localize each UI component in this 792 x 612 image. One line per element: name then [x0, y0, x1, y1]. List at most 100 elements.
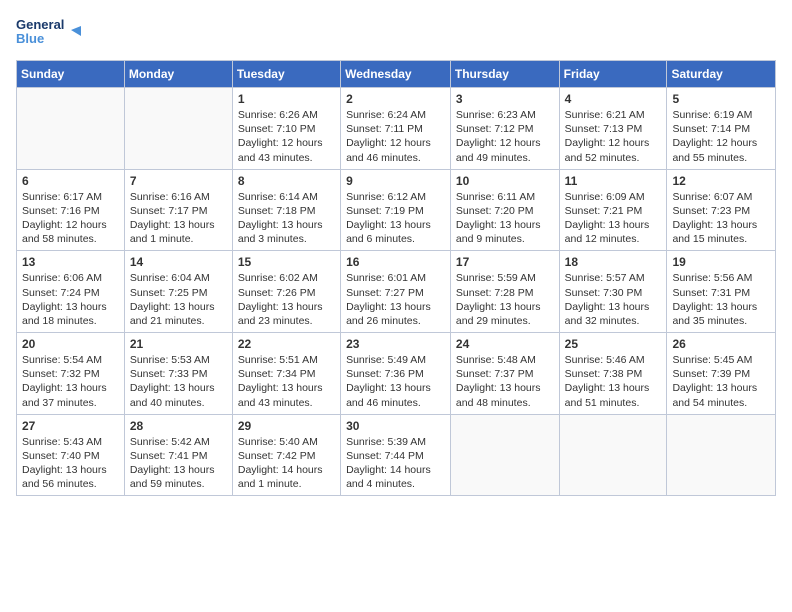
calendar-cell — [559, 414, 667, 496]
header-tuesday: Tuesday — [232, 61, 340, 88]
day-number: 9 — [346, 174, 445, 188]
cell-content: Sunrise: 5:59 AMSunset: 7:28 PMDaylight:… — [456, 271, 554, 328]
day-number: 14 — [130, 255, 227, 269]
day-number: 2 — [346, 92, 445, 106]
calendar-cell: 11Sunrise: 6:09 AMSunset: 7:21 PMDayligh… — [559, 169, 667, 251]
calendar-cell: 3Sunrise: 6:23 AMSunset: 7:12 PMDaylight… — [450, 88, 559, 170]
day-number: 28 — [130, 419, 227, 433]
week-row-1: 1 Sunrise: 6:26 AMSunset: 7:10 PMDaylight… — [17, 88, 776, 170]
cell-content: Sunrise: 5:54 AMSunset: 7:32 PMDaylight:… — [22, 353, 119, 410]
cell-content: Sunrise: 5:40 AMSunset: 7:42 PMDaylight:… — [238, 435, 335, 492]
cell-content: Sunrise: 6:09 AMSunset: 7:21 PMDaylight:… — [565, 190, 662, 247]
cell-content: Sunrise: 6:12 AMSunset: 7:19 PMDaylight:… — [346, 190, 445, 247]
cell-content: Sunrise: 5:39 AMSunset: 7:44 PMDaylight:… — [346, 435, 445, 492]
logo-icon: GeneralBlue — [16, 16, 86, 48]
cell-content: Sunrise: 6:02 AMSunset: 7:26 PMDaylight:… — [238, 271, 335, 328]
calendar-cell: 12 Sunrise: 6:07 AMSunset: 7:23 PMDayligh… — [667, 169, 776, 251]
header-wednesday: Wednesday — [341, 61, 451, 88]
cell-content: Sunrise: 6:23 AMSunset: 7:12 PMDaylight:… — [456, 108, 554, 165]
day-number: 8 — [238, 174, 335, 188]
day-number: 18 — [565, 255, 662, 269]
calendar-cell: 13Sunrise: 6:06 AMSunset: 7:24 PMDayligh… — [17, 251, 125, 333]
cell-content: Sunrise: 6:11 AMSunset: 7:20 PMDaylight:… — [456, 190, 554, 247]
cell-content: Sunrise: 5:56 AMSunset: 7:31 PMDaylight:… — [672, 271, 770, 328]
calendar-cell: 29 Sunrise: 5:40 AMSunset: 7:42 PMDayligh… — [232, 414, 340, 496]
cell-content: Sunrise: 6:19 AMSunset: 7:14 PMDaylight:… — [672, 108, 770, 165]
day-number: 21 — [130, 337, 227, 351]
week-row-3: 13Sunrise: 6:06 AMSunset: 7:24 PMDayligh… — [17, 251, 776, 333]
calendar-cell: 1 Sunrise: 6:26 AMSunset: 7:10 PMDaylight… — [232, 88, 340, 170]
day-number: 19 — [672, 255, 770, 269]
day-number: 26 — [672, 337, 770, 351]
header-monday: Monday — [124, 61, 232, 88]
cell-content: Sunrise: 6:16 AMSunset: 7:17 PMDaylight:… — [130, 190, 227, 247]
calendar-table: SundayMondayTuesdayWednesdayThursdayFrid… — [16, 60, 776, 496]
week-row-5: 27 Sunrise: 5:43 AMSunset: 7:40 PMDayligh… — [17, 414, 776, 496]
day-number: 25 — [565, 337, 662, 351]
cell-content: Sunrise: 6:14 AMSunset: 7:18 PMDaylight:… — [238, 190, 335, 247]
cell-content: Sunrise: 5:45 AMSunset: 7:39 PMDaylight:… — [672, 353, 770, 410]
day-number: 23 — [346, 337, 445, 351]
calendar-cell: 27 Sunrise: 5:43 AMSunset: 7:40 PMDayligh… — [17, 414, 125, 496]
day-number: 22 — [238, 337, 335, 351]
day-number: 27 — [22, 419, 119, 433]
calendar-cell: 2Sunrise: 6:24 AMSunset: 7:11 PMDaylight… — [341, 88, 451, 170]
cell-content: Sunrise: 5:49 AMSunset: 7:36 PMDaylight:… — [346, 353, 445, 410]
day-number: 16 — [346, 255, 445, 269]
day-number: 1 — [238, 92, 335, 106]
logo: GeneralBlue — [16, 16, 86, 48]
calendar-cell: 9 Sunrise: 6:12 AMSunset: 7:19 PMDaylight… — [341, 169, 451, 251]
calendar-cell — [124, 88, 232, 170]
day-number: 29 — [238, 419, 335, 433]
svg-text:General: General — [16, 17, 64, 32]
calendar-cell: 17 Sunrise: 5:59 AMSunset: 7:28 PMDayligh… — [450, 251, 559, 333]
calendar-cell: 19 Sunrise: 5:56 AMSunset: 7:31 PMDayligh… — [667, 251, 776, 333]
cell-content: Sunrise: 5:51 AMSunset: 7:34 PMDaylight:… — [238, 353, 335, 410]
header-sunday: Sunday — [17, 61, 125, 88]
calendar-cell: 14Sunrise: 6:04 AMSunset: 7:25 PMDayligh… — [124, 251, 232, 333]
calendar-header-row: SundayMondayTuesdayWednesdayThursdayFrid… — [17, 61, 776, 88]
calendar-cell: 4 Sunrise: 6:21 AMSunset: 7:13 PMDaylight… — [559, 88, 667, 170]
cell-content: Sunrise: 6:17 AMSunset: 7:16 PMDaylight:… — [22, 190, 119, 247]
calendar-cell: 20Sunrise: 5:54 AMSunset: 7:32 PMDayligh… — [17, 333, 125, 415]
cell-content: Sunrise: 5:48 AMSunset: 7:37 PMDaylight:… — [456, 353, 554, 410]
cell-content: Sunrise: 5:42 AMSunset: 7:41 PMDaylight:… — [130, 435, 227, 492]
calendar-cell: 10 Sunrise: 6:11 AMSunset: 7:20 PMDayligh… — [450, 169, 559, 251]
calendar-cell: 18Sunrise: 5:57 AMSunset: 7:30 PMDayligh… — [559, 251, 667, 333]
day-number: 17 — [456, 255, 554, 269]
calendar-cell: 26 Sunrise: 5:45 AMSunset: 7:39 PMDayligh… — [667, 333, 776, 415]
calendar-cell: 23 Sunrise: 5:49 AMSunset: 7:36 PMDayligh… — [341, 333, 451, 415]
header-friday: Friday — [559, 61, 667, 88]
week-row-2: 6 Sunrise: 6:17 AMSunset: 7:16 PMDaylight… — [17, 169, 776, 251]
header-thursday: Thursday — [450, 61, 559, 88]
day-number: 7 — [130, 174, 227, 188]
header-saturday: Saturday — [667, 61, 776, 88]
day-number: 6 — [22, 174, 119, 188]
cell-content: Sunrise: 5:46 AMSunset: 7:38 PMDaylight:… — [565, 353, 662, 410]
calendar-cell — [17, 88, 125, 170]
calendar-cell — [450, 414, 559, 496]
calendar-cell: 30Sunrise: 5:39 AMSunset: 7:44 PMDayligh… — [341, 414, 451, 496]
calendar-cell: 24 Sunrise: 5:48 AMSunset: 7:37 PMDayligh… — [450, 333, 559, 415]
cell-content: Sunrise: 6:06 AMSunset: 7:24 PMDaylight:… — [22, 271, 119, 328]
cell-content: Sunrise: 5:43 AMSunset: 7:40 PMDaylight:… — [22, 435, 119, 492]
day-number: 24 — [456, 337, 554, 351]
calendar-cell: 8 Sunrise: 6:14 AMSunset: 7:18 PMDaylight… — [232, 169, 340, 251]
cell-content: Sunrise: 6:26 AMSunset: 7:10 PMDaylight:… — [238, 108, 335, 165]
svg-text:Blue: Blue — [16, 31, 44, 46]
calendar-cell: 5Sunrise: 6:19 AMSunset: 7:14 PMDaylight… — [667, 88, 776, 170]
day-number: 15 — [238, 255, 335, 269]
cell-content: Sunrise: 6:01 AMSunset: 7:27 PMDaylight:… — [346, 271, 445, 328]
calendar-cell: 6 Sunrise: 6:17 AMSunset: 7:16 PMDaylight… — [17, 169, 125, 251]
cell-content: Sunrise: 6:07 AMSunset: 7:23 PMDaylight:… — [672, 190, 770, 247]
calendar-cell: 7 Sunrise: 6:16 AMSunset: 7:17 PMDaylight… — [124, 169, 232, 251]
cell-content: Sunrise: 6:21 AMSunset: 7:13 PMDaylight:… — [565, 108, 662, 165]
calendar-cell: 16 Sunrise: 6:01 AMSunset: 7:27 PMDayligh… — [341, 251, 451, 333]
calendar-cell: 21Sunrise: 5:53 AMSunset: 7:33 PMDayligh… — [124, 333, 232, 415]
week-row-4: 20Sunrise: 5:54 AMSunset: 7:32 PMDayligh… — [17, 333, 776, 415]
day-number: 4 — [565, 92, 662, 106]
calendar-cell: 25 Sunrise: 5:46 AMSunset: 7:38 PMDayligh… — [559, 333, 667, 415]
day-number: 10 — [456, 174, 554, 188]
day-number: 12 — [672, 174, 770, 188]
calendar-cell: 28 Sunrise: 5:42 AMSunset: 7:41 PMDayligh… — [124, 414, 232, 496]
